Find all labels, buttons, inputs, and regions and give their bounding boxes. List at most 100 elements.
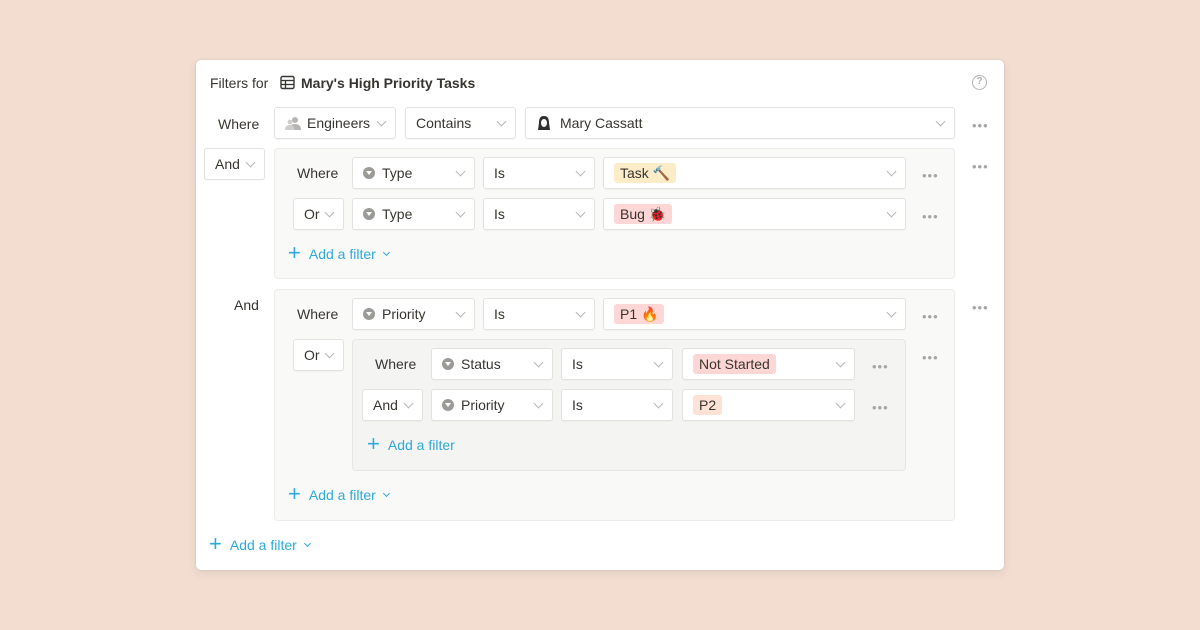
chevron-down-icon [575, 307, 586, 317]
operator-value: Is [572, 356, 583, 372]
chevron-down-icon [324, 207, 335, 217]
group1-connector-select[interactable]: And [204, 148, 265, 180]
add-filter-label: Add a filter [308, 246, 376, 262]
chevron-down-icon [245, 157, 256, 167]
more-options-icon[interactable]: ••• [972, 119, 989, 132]
chevron-down-icon [496, 116, 507, 126]
nested-row2-value-select[interactable]: P2 [682, 389, 855, 421]
root-value-select[interactable]: Mary Cassatt [525, 107, 955, 139]
group1-row1-operator-select[interactable]: Is [483, 157, 595, 189]
group1-row2-connector-select[interactable]: Or [293, 198, 344, 230]
root-property-value: Engineers [307, 115, 371, 131]
value-tag: P1 🔥 [614, 304, 665, 324]
chevron-down-icon [455, 166, 466, 176]
table-icon [280, 75, 295, 90]
nested-more-options-icon[interactable]: ••• [922, 351, 939, 364]
group1-add-filter-button[interactable]: + Add a filter [288, 240, 390, 265]
chevron-down-icon [886, 307, 897, 317]
group1-row2-value-select[interactable]: Bug 🐞 [603, 198, 906, 230]
root-connector-label: Where [218, 116, 260, 132]
property-value: Type [382, 206, 413, 222]
property-value: Status [461, 356, 501, 372]
property-value: Priority [382, 306, 426, 322]
chevron-down-icon [376, 116, 387, 126]
row-more-options-icon[interactable]: ••• [922, 310, 939, 323]
group2-row1-operator-select[interactable]: Is [483, 298, 595, 330]
plus-icon: + [367, 431, 380, 456]
row-more-options-icon[interactable]: ••• [872, 360, 889, 373]
value-tag: Not Started [693, 354, 776, 374]
chevron-down-icon [653, 398, 664, 408]
group1-more-options-icon[interactable]: ••• [972, 160, 989, 173]
group2-more-options-icon[interactable]: ••• [972, 301, 989, 314]
chevron-down-icon [324, 348, 335, 358]
value-tag: P2 [693, 395, 723, 415]
row-more-options-icon[interactable]: ••• [872, 401, 889, 414]
chevron-down-icon [653, 357, 664, 367]
operator-value: Is [494, 165, 505, 181]
nested-row1-property-select[interactable]: Status [431, 348, 553, 380]
chevron-down-icon [886, 166, 897, 176]
view-title: Mary's High Priority Tasks [301, 75, 476, 91]
chevron-down-icon [455, 207, 466, 217]
chevron-down-icon [575, 166, 586, 176]
plus-icon: + [288, 481, 301, 506]
group2-row1-connector: Where [297, 306, 339, 322]
avatar-icon [538, 116, 550, 130]
select-property-icon [363, 167, 375, 179]
chevron-down-icon [835, 398, 846, 408]
group2-row1-value-select[interactable]: P1 🔥 [603, 298, 906, 330]
nested-row1-connector: Where [375, 356, 417, 372]
group2-connector-label: And [234, 297, 259, 313]
plus-icon: + [209, 531, 222, 556]
chevron-down-icon [835, 357, 846, 367]
select-property-icon [442, 358, 454, 370]
root-operator-value: Contains [416, 115, 472, 131]
people-icon [285, 117, 301, 130]
chevron-down-icon [533, 398, 544, 408]
row-more-options-icon[interactable]: ••• [922, 169, 939, 182]
nested-row2-operator-select[interactable]: Is [561, 389, 673, 421]
root-property-select[interactable]: Engineers [274, 107, 396, 139]
add-filter-label: Add a filter [387, 437, 455, 453]
add-filter-label: Add a filter [308, 487, 376, 503]
chevron-down-icon [886, 207, 897, 217]
property-value: Priority [461, 397, 505, 413]
connector-value: Or [304, 347, 320, 363]
nested-row1-value-select[interactable]: Not Started [682, 348, 855, 380]
filters-panel: Filters for Mary's High Priority Tasks ?… [196, 60, 1004, 570]
operator-value: Is [494, 306, 505, 322]
chevron-down-icon [382, 489, 390, 498]
value-tag: Bug 🐞 [614, 204, 673, 224]
nested-connector-select[interactable]: Or [293, 339, 344, 371]
nested-add-filter-button[interactable]: + Add a filter [367, 431, 455, 456]
connector-value: And [373, 397, 398, 413]
chevron-down-icon [303, 539, 311, 548]
group1-row1-value-select[interactable]: Task 🔨 [603, 157, 906, 189]
add-filter-button[interactable]: + Add a filter [209, 531, 311, 556]
select-property-icon [363, 308, 375, 320]
connector-value: Or [304, 206, 320, 222]
property-value: Type [382, 165, 413, 181]
group2-add-filter-button[interactable]: + Add a filter [288, 481, 390, 506]
group1-row1-property-select[interactable]: Type [352, 157, 475, 189]
chevron-down-icon [382, 248, 390, 257]
filters-for-label: Filters for [210, 75, 269, 91]
group1-row2-operator-select[interactable]: Is [483, 198, 595, 230]
select-property-icon [442, 399, 454, 411]
chevron-down-icon [455, 307, 466, 317]
row-more-options-icon[interactable]: ••• [922, 210, 939, 223]
chevron-down-icon [533, 357, 544, 367]
nested-row2-connector-select[interactable]: And [362, 389, 423, 421]
add-filter-label: Add a filter [229, 537, 297, 553]
nested-row2-property-select[interactable]: Priority [431, 389, 553, 421]
nested-row1-operator-select[interactable]: Is [561, 348, 673, 380]
select-property-icon [363, 208, 375, 220]
chevron-down-icon [935, 116, 946, 126]
help-icon[interactable]: ? [972, 75, 987, 90]
group1-row2-property-select[interactable]: Type [352, 198, 475, 230]
operator-value: Is [494, 206, 505, 222]
group2-row1-property-select[interactable]: Priority [352, 298, 475, 330]
root-operator-select[interactable]: Contains [405, 107, 516, 139]
plus-icon: + [288, 240, 301, 265]
